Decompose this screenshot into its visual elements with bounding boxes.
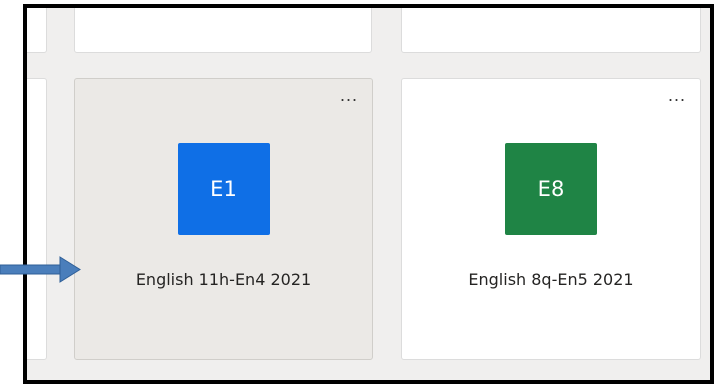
screenshot-frame: ... E1 English 11h-En4 2021 ... E8 Engli… (23, 4, 714, 384)
more-options-button[interactable]: ... (340, 86, 358, 104)
annotation-arrow-icon (0, 256, 81, 283)
team-card-partial-left[interactable] (27, 78, 47, 360)
team-avatar-tile: E8 (505, 143, 597, 235)
team-name: English 8q-En5 2021 (468, 270, 634, 289)
team-avatar-tile: E1 (177, 143, 270, 235)
team-name: English 11h-En4 2021 (135, 270, 312, 289)
team-card-e8[interactable]: ... E8 English 8q-En5 2021 (401, 78, 701, 360)
team-card-partial-top-1[interactable] (74, 8, 372, 53)
team-initials: E8 (537, 177, 565, 201)
team-card-partial-top-left[interactable] (27, 8, 47, 53)
team-card-partial-top-2[interactable] (401, 8, 701, 53)
team-initials: E1 (210, 177, 237, 201)
more-options-button[interactable]: ... (668, 86, 686, 104)
team-card-e1[interactable]: ... E1 English 11h-En4 2021 (74, 78, 373, 360)
screenshot-stage: ... E1 English 11h-En4 2021 ... E8 Engli… (0, 0, 724, 392)
